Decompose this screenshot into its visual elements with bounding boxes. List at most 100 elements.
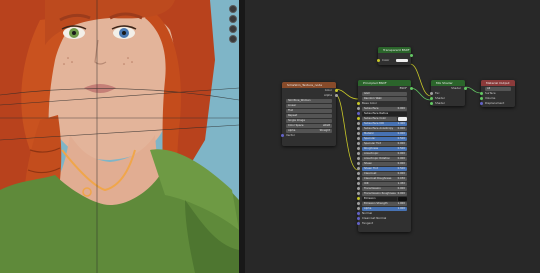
specular-field[interactable]: Specular 0.500 — [362, 136, 407, 141]
displacement-socket[interactable] — [479, 102, 483, 105]
input-socket[interactable] — [356, 212, 360, 215]
fac-socket[interactable] — [429, 92, 433, 95]
input-socket[interactable] — [356, 172, 360, 175]
input-socket[interactable] — [376, 59, 380, 62]
volume-socket[interactable] — [479, 97, 483, 100]
color-space-label: Color Space — [288, 123, 304, 127]
input-socket[interactable] — [356, 112, 360, 115]
anisotropic-value: 0.000 — [397, 151, 405, 155]
input-socket[interactable] — [356, 222, 360, 225]
input-socket[interactable] — [356, 167, 360, 170]
metallic-field[interactable]: Metallic 0.000 — [362, 131, 407, 136]
camera-icon[interactable] — [229, 25, 237, 33]
subsurface-value: 0.000 — [397, 106, 405, 110]
subsurface-ior-field[interactable]: Subsurface IOR 1.400 — [362, 121, 407, 126]
principled-bsdf-node[interactable]: Principled BSDF BSDF GGX Random Walk Bas… — [356, 80, 413, 232]
transmission-field[interactable]: Transmission 0.000 — [362, 186, 407, 191]
source-dropdown[interactable]: Single Image — [286, 118, 332, 123]
color-space-dropdown[interactable]: Color Space sRGB — [286, 123, 332, 128]
character-render — [0, 0, 239, 273]
sheen-value: 0.000 — [397, 161, 405, 165]
clearcoat-roughness-field[interactable]: Clearcoat Roughness 0.030 — [362, 176, 407, 181]
3d-viewport[interactable] — [0, 0, 239, 273]
color-output-socket[interactable] — [334, 89, 338, 92]
input-socket[interactable] — [356, 177, 360, 180]
input-socket[interactable] — [356, 217, 360, 220]
vector-socket[interactable] — [280, 134, 284, 137]
specular-tint-field[interactable]: Specular Tint 0.000 — [362, 141, 407, 146]
input-socket[interactable] — [356, 137, 360, 140]
color-output-label: Color — [324, 88, 332, 92]
color-swatch[interactable] — [396, 59, 408, 62]
alpha-field[interactable]: Alpha 1.000 — [362, 206, 407, 211]
input-socket[interactable] — [356, 107, 360, 110]
shader-b-socket[interactable] — [429, 102, 433, 105]
input-socket[interactable] — [356, 122, 360, 125]
transparent-bsdf-node[interactable]: Transparent BSDF Color — [376, 47, 413, 65]
input-socket[interactable] — [356, 117, 360, 120]
emission-swatch[interactable] — [398, 196, 407, 201]
shader-a-label: Shader — [435, 96, 445, 100]
sheen-tint-field[interactable]: Sheen Tint 0.500 — [362, 166, 407, 171]
clearcoat-roughness-label: Clearcoat Roughness — [364, 176, 392, 180]
base-color-socket[interactable] — [356, 102, 360, 105]
shader-output-socket[interactable] — [463, 87, 467, 90]
normal-label: Normal — [362, 211, 373, 215]
extension-dropdown[interactable]: Repeat — [286, 113, 332, 118]
anisotropic-rotation-field[interactable]: Anisotropic Rotation 0.000 — [362, 156, 407, 161]
target-dropdown[interactable]: All — [485, 86, 511, 91]
shader-a-socket[interactable] — [429, 97, 433, 100]
grid-icon[interactable] — [229, 35, 237, 43]
alpha-output-label: Alpha — [324, 93, 332, 97]
input-socket[interactable] — [356, 162, 360, 165]
subsurface-method-dropdown[interactable]: Random Walk — [362, 96, 407, 101]
input-socket[interactable] — [356, 132, 360, 135]
alpha-mode-dropdown[interactable]: Alpha Straight — [286, 128, 332, 133]
anisotropic-field[interactable]: Anisotropic 0.000 — [362, 151, 407, 156]
input-socket[interactable] — [356, 142, 360, 145]
image-texture-node[interactable]: SimsSkin_Texture_node Color Alpha SkinTo… — [280, 82, 338, 146]
surface-socket[interactable] — [479, 92, 483, 95]
vector-label: Vector — [286, 133, 295, 137]
subsurface-color-swatch[interactable] — [398, 116, 407, 121]
subsurface-radius-field[interactable]: Subsurface Radius — [362, 111, 407, 116]
input-socket[interactable] — [356, 147, 360, 150]
subsurface-anisotropy-field[interactable]: Subsurface Anisotropy 0.000 — [362, 126, 407, 131]
ior-value: 1.450 — [397, 181, 405, 185]
ior-field[interactable]: IOR 1.450 — [362, 181, 407, 186]
output-socket[interactable] — [409, 54, 413, 57]
input-socket[interactable] — [356, 182, 360, 185]
input-socket[interactable] — [356, 202, 360, 205]
sheen-field[interactable]: Sheen 0.000 — [362, 161, 407, 166]
input-socket[interactable] — [356, 152, 360, 155]
shader-node-editor[interactable]: Transparent BSDF Color SimsSkin_Texture_… — [245, 0, 540, 273]
input-socket[interactable] — [356, 197, 360, 200]
input-socket[interactable] — [356, 157, 360, 160]
ior-label: IOR — [364, 181, 369, 185]
image-selector[interactable]: SkinTone_Woman — [286, 98, 332, 103]
material-output-node[interactable]: Material Output All Surface Volume Displ… — [479, 80, 515, 107]
distribution-dropdown[interactable]: GGX — [362, 91, 407, 96]
anisotropic-rotation-value: 0.000 — [397, 156, 405, 160]
emission-strength-field[interactable]: Emission Strength 1.000 — [362, 201, 407, 206]
blender-window: Transparent BSDF Color SimsSkin_Texture_… — [0, 0, 540, 273]
subsurface-field[interactable]: Subsurface 0.000 — [362, 106, 407, 111]
input-socket[interactable] — [356, 192, 360, 195]
transmission-roughness-field[interactable]: Transmission Roughness 0.000 — [362, 191, 407, 196]
roughness-field[interactable]: Roughness 0.500 — [362, 146, 407, 151]
input-socket[interactable] — [356, 187, 360, 190]
transmission-label: Transmission — [364, 186, 381, 190]
projection-dropdown[interactable]: Flat — [286, 108, 332, 113]
mix-shader-node[interactable]: Mix Shader Shader Fac Shader Shader — [429, 80, 467, 106]
view-axis-icon[interactable] — [229, 5, 237, 13]
clearcoat-label: Clearcoat — [364, 171, 377, 175]
input-socket[interactable] — [356, 207, 360, 210]
bsdf-output-socket[interactable] — [409, 87, 413, 90]
base-color-label: Base Color — [362, 101, 378, 105]
emission-strength-label: Emission Strength — [364, 201, 388, 205]
alpha-output-socket[interactable] — [334, 94, 338, 97]
input-socket[interactable] — [356, 127, 360, 130]
interpolation-dropdown[interactable]: Linear — [286, 103, 332, 108]
zoom-icon[interactable] — [229, 15, 237, 23]
clearcoat-field[interactable]: Clearcoat 0.000 — [362, 171, 407, 176]
